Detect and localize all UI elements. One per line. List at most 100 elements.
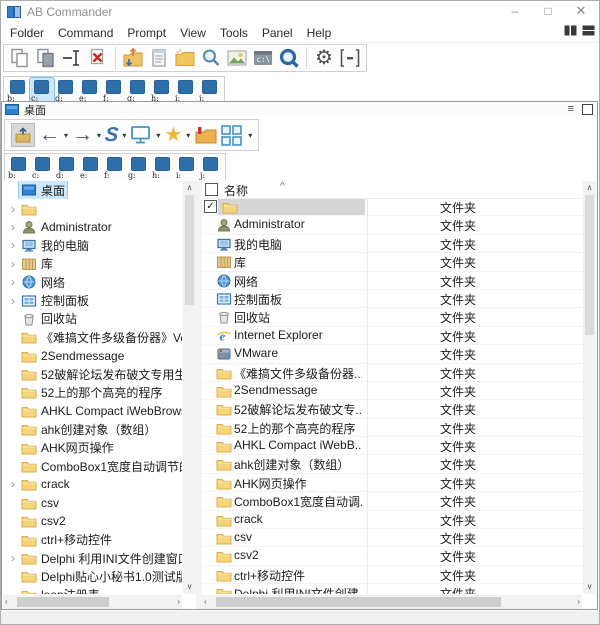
forward-button[interactable]: →	[72, 121, 93, 149]
file-row[interactable]: 回收站文件夹	[202, 308, 583, 326]
panel-menu-icon[interactable]: ≡	[568, 103, 574, 116]
tree-item[interactable]: 《难搞文件多级备份器》Ver.	[3, 328, 182, 346]
vertical-split-icon[interactable]	[564, 25, 577, 36]
file-row[interactable]: eInternet Explorer文件夹	[202, 327, 583, 345]
settings-button[interactable]: ⚙	[312, 46, 336, 70]
tree-item[interactable]: ahk创建对象（数组）	[3, 420, 182, 438]
views-dropdown[interactable]: ▾	[245, 131, 255, 140]
back-button[interactable]: ←	[39, 121, 60, 149]
tree-item[interactable]: Delphi贴心小秘书1.0测试版	[3, 567, 182, 585]
horizontal-split-icon[interactable]	[582, 25, 595, 36]
drive-button-f[interactable]: f:	[103, 155, 127, 180]
file-row[interactable]: 52上的那个高亮的程序文件夹	[202, 419, 583, 437]
drive-button-e[interactable]: e:	[79, 155, 103, 180]
drive-button-f[interactable]: f:	[102, 78, 126, 103]
file-row[interactable]: AHKL Compact iWebB...文件夹	[202, 437, 583, 455]
scroll-down-icon[interactable]: ∨	[183, 581, 196, 593]
rename-button[interactable]	[60, 46, 84, 70]
expand-chevron-icon[interactable]: ›	[7, 238, 19, 252]
file-row[interactable]: crack文件夹	[202, 511, 583, 529]
menu-item-panel[interactable]: Panel	[255, 26, 300, 40]
file-row[interactable]: Administrator文件夹	[202, 216, 583, 234]
swap-dropdown[interactable]: ▾	[119, 131, 129, 140]
row-checkbox[interactable]: ✓	[204, 200, 217, 213]
scrollbar-thumb[interactable]	[17, 597, 109, 607]
drive-button-i[interactable]: i:	[174, 78, 198, 103]
my-computer-button[interactable]	[130, 121, 152, 149]
expand-chevron-icon[interactable]: ›	[7, 551, 19, 565]
tree-item[interactable]: csv	[3, 494, 182, 512]
menu-item-view[interactable]: View	[173, 26, 213, 40]
command-prompt-button[interactable]: c:\	[251, 46, 275, 70]
drive-button-g[interactable]: g:	[127, 155, 151, 180]
minimize-button[interactable]: –	[501, 1, 529, 21]
forward-history-dropdown[interactable]: ▾	[94, 131, 104, 140]
list-horizontal-scrollbar[interactable]: ‹ ›	[202, 595, 582, 609]
drive-button-e[interactable]: e:	[78, 78, 102, 103]
drive-button-b[interactable]: b:	[6, 78, 30, 103]
expand-chevron-icon[interactable]: ›	[7, 477, 19, 491]
menu-item-command[interactable]: Command	[51, 26, 120, 40]
copy-contents-button[interactable]	[34, 46, 58, 70]
menu-item-help[interactable]: Help	[300, 26, 339, 40]
file-row[interactable]: Delphi 利用INI文件创建...文件夹	[202, 584, 583, 594]
name-column-header[interactable]: 名称	[224, 182, 248, 199]
menu-item-tools[interactable]: Tools	[213, 26, 255, 40]
scroll-right-icon[interactable]: ›	[177, 596, 180, 608]
tree-item[interactable]: ›crack	[3, 475, 182, 493]
new-folder-button[interactable]	[173, 46, 197, 70]
swap-panels-button[interactable]: S	[105, 121, 118, 149]
file-row[interactable]: AHK网页操作文件夹	[202, 474, 583, 492]
file-row[interactable]: csv文件夹	[202, 529, 583, 547]
file-row[interactable]: ✓文件夹	[202, 198, 583, 216]
tree-item[interactable]: 回收站	[3, 310, 182, 328]
quick-search-button[interactable]	[277, 46, 301, 70]
scroll-down-icon[interactable]: ∨	[583, 581, 596, 593]
scroll-left-icon[interactable]: ‹	[204, 596, 207, 608]
file-row[interactable]: 我的电脑文件夹	[202, 235, 583, 253]
tree-vertical-scrollbar[interactable]: ∧ ∨	[183, 181, 196, 594]
scroll-right-icon[interactable]: ›	[577, 596, 580, 608]
tree-item[interactable]: 52上的那个高亮的程序	[3, 383, 182, 401]
scrollbar-thumb[interactable]	[585, 195, 594, 335]
scrollbar-thumb[interactable]	[185, 195, 194, 305]
tree-item[interactable]: ›Delphi 利用INI文件创建窗口	[3, 549, 182, 567]
image-viewer-button[interactable]	[225, 46, 249, 70]
file-row[interactable]: ahk创建对象（数组）文件夹	[202, 455, 583, 473]
move-button[interactable]	[121, 46, 145, 70]
drive-button-d[interactable]: d:	[54, 78, 78, 103]
tree-horizontal-scrollbar[interactable]: ‹ ›	[3, 595, 182, 609]
search-button[interactable]	[199, 46, 223, 70]
tree-item[interactable]: ComboBox1宽度自动调节的	[3, 457, 182, 475]
copy-button[interactable]	[8, 46, 32, 70]
file-row[interactable]: VMware文件夹	[202, 345, 583, 363]
menu-item-prompt[interactable]: Prompt	[120, 26, 173, 40]
back-history-dropdown[interactable]: ▾	[61, 131, 71, 140]
file-row[interactable]: 2Sendmessage文件夹	[202, 382, 583, 400]
file-row[interactable]: 《难搞文件多级备份器...文件夹	[202, 364, 583, 382]
expand-chevron-icon[interactable]: ›	[7, 220, 19, 234]
tree-item[interactable]: 52破解论坛发布破文专用生成	[3, 365, 182, 383]
menu-item-folder[interactable]: Folder	[3, 26, 51, 40]
file-row[interactable]: 库文件夹	[202, 253, 583, 271]
tree-item[interactable]: ›控制面板	[3, 291, 182, 309]
expand-panel-button[interactable]	[338, 46, 362, 70]
drive-button-c[interactable]: c:	[30, 78, 54, 103]
tree-item[interactable]: ›	[3, 199, 182, 217]
drive-button-i[interactable]: i:	[175, 155, 199, 180]
file-row[interactable]: csv2文件夹	[202, 547, 583, 565]
drive-button-h[interactable]: h:	[151, 155, 175, 180]
scroll-up-icon[interactable]: ∧	[183, 182, 196, 194]
delete-button[interactable]	[86, 46, 110, 70]
scrollbar-thumb[interactable]	[216, 597, 501, 607]
list-vertical-scrollbar[interactable]: ∧ ∨	[583, 181, 596, 594]
tree-item[interactable]: ›我的电脑	[3, 236, 182, 254]
drive-button-c[interactable]: c:	[31, 155, 55, 180]
drive-button-b[interactable]: b:	[7, 155, 31, 180]
drive-button-j[interactable]: j:	[198, 78, 222, 103]
panel-restore-icon[interactable]	[582, 104, 593, 115]
favorites-button[interactable]: ★	[164, 121, 182, 149]
drive-button-g[interactable]: g:	[126, 78, 150, 103]
tree-item[interactable]: 桌面	[3, 181, 182, 199]
expand-chevron-icon[interactable]: ›	[7, 257, 19, 271]
